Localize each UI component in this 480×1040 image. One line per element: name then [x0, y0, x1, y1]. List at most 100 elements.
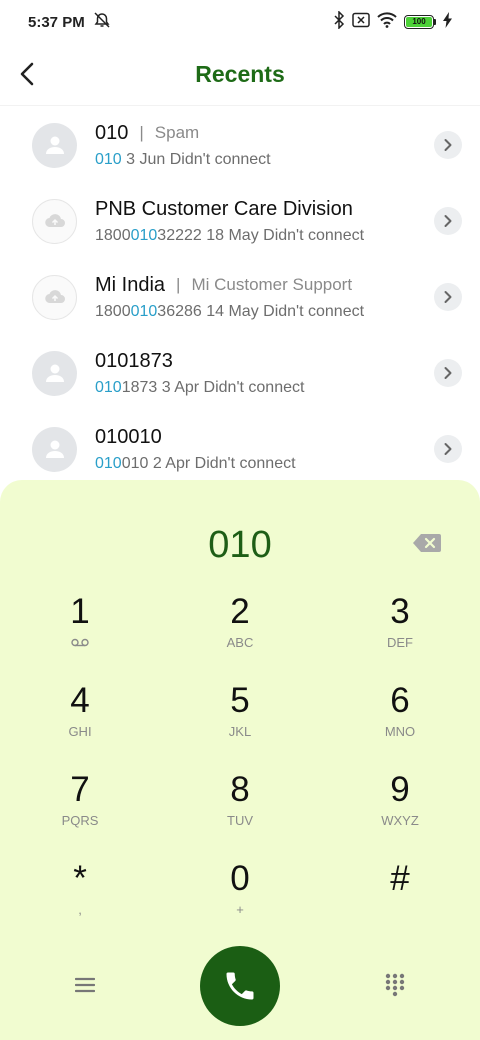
cloud-icon [44, 214, 65, 228]
key-hash[interactable]: # [320, 843, 480, 932]
key-digit: 0 [230, 859, 250, 898]
backspace-icon [413, 534, 441, 552]
dialpad: 010 1 2 ABC 3 DEF 4 GHI 5 JKL 6 MNO 7 PQRS 8 TUV 9 WXYZ *… [0, 480, 480, 1040]
bluetooth-icon [333, 10, 345, 33]
menu-icon [75, 977, 95, 993]
avatar [32, 122, 77, 168]
label-separator: | [176, 275, 181, 294]
wifi-icon [377, 12, 397, 32]
keypad-row: 4 GHI 5 JKL 6 MNO [0, 665, 480, 754]
status-right: 100 [333, 10, 452, 33]
key-2[interactable]: 2 ABC [160, 576, 320, 665]
key-digit: 7 [70, 770, 90, 809]
keypad-row: 7 PQRS 8 TUV 9 WXYZ [0, 754, 480, 843]
page-title: Recents [195, 61, 285, 87]
key-9[interactable]: 9 WXYZ [320, 754, 480, 843]
call-details: 0101873 3 Apr Didn't connect [95, 378, 305, 396]
key-letters: PQRS [61, 812, 99, 828]
contact-label: Mi Customer Support [191, 275, 353, 294]
phone-icon [226, 972, 254, 1000]
call-log-row[interactable]: 0101873 0101873 3 Apr Didn't connect [0, 335, 480, 411]
contact-name: 010 [95, 121, 129, 144]
header: Recents [0, 44, 480, 106]
call-info: Mi India | Mi Customer Support 180001036… [95, 274, 434, 321]
chevron-right-icon [444, 367, 452, 379]
keypad-row: *, 0 + # [0, 843, 480, 932]
voicemail-icon [71, 638, 89, 646]
key-7[interactable]: 7 PQRS [0, 754, 160, 843]
chevron-right-icon [444, 291, 452, 303]
chevron-right-icon [444, 215, 452, 227]
contact-name: PNB Customer Care Division [95, 197, 353, 220]
key-letters: ABC [226, 634, 254, 650]
key-3[interactable]: 3 DEF [320, 576, 480, 665]
person-icon [45, 440, 64, 458]
call-log-row[interactable]: 010 | Spam 010 3 Jun Didn't connect [0, 107, 480, 183]
status-bar: 5:37 PM 100 [0, 0, 480, 44]
key-digit: * [73, 859, 87, 898]
key-6[interactable]: 6 MNO [320, 665, 480, 754]
key-digit: 4 [70, 681, 90, 720]
contact-label: Spam [154, 123, 200, 142]
key-8[interactable]: 8 TUV [160, 754, 320, 843]
chevron-right-icon [444, 139, 452, 151]
call-info: PNB Customer Care Division 180001032222 … [95, 198, 434, 245]
call-details-button[interactable] [434, 207, 462, 235]
call-details: 180001032222 18 May Didn't connect [95, 226, 365, 244]
keypad-row: 1 2 ABC 3 DEF [0, 576, 480, 665]
cloud-icon [44, 290, 65, 304]
person-icon [45, 364, 64, 382]
key-digit: 1 [70, 592, 90, 631]
key-letters: + [236, 901, 244, 917]
key-letters: MNO [384, 723, 416, 739]
battery-icon: 100 [404, 15, 436, 29]
contact-name: Mi India [95, 273, 166, 296]
key-digit: 6 [390, 681, 410, 720]
key-letters: GHI [68, 723, 92, 739]
back-button[interactable] [12, 54, 42, 94]
key-digit: 3 [390, 592, 410, 631]
dialpad-bottom-bar [0, 946, 480, 1026]
keypad-toggle-button[interactable] [376, 966, 414, 1004]
key-star[interactable]: *, [0, 843, 160, 932]
key-5[interactable]: 5 JKL [160, 665, 320, 754]
recents-list: 010 | Spam 010 3 Jun Didn't connect PNB … [0, 107, 480, 487]
person-icon [45, 136, 64, 154]
call-details-button[interactable] [434, 435, 462, 463]
call-info: 0101873 0101873 3 Apr Didn't connect [95, 350, 434, 397]
menu-button[interactable] [66, 966, 104, 1004]
key-letters: , [78, 901, 82, 917]
dialed-number[interactable]: 010 [0, 524, 480, 567]
call-details-button[interactable] [434, 283, 462, 311]
key-0[interactable]: 0 + [160, 843, 320, 932]
key-letters: WXYZ [381, 812, 419, 828]
status-left: 5:37 PM [28, 11, 111, 33]
call-details-button[interactable] [434, 131, 462, 159]
status-time: 5:37 PM [28, 13, 85, 31]
call-button[interactable] [200, 946, 280, 1026]
key-letters: DEF [387, 634, 413, 650]
label-separator: | [139, 123, 144, 142]
key-digit: 8 [230, 770, 250, 809]
dialpad-icon [385, 973, 405, 997]
avatar [32, 350, 77, 396]
key-1[interactable]: 1 [0, 576, 160, 665]
backspace-button[interactable] [413, 533, 441, 553]
call-log-row[interactable]: 010010 010010 2 Apr Didn't connect [0, 411, 480, 487]
key-letters [71, 634, 89, 650]
call-details-button[interactable] [434, 359, 462, 387]
call-log-row[interactable]: PNB Customer Care Division 180001032222 … [0, 183, 480, 259]
call-details: 010 3 Jun Didn't connect [95, 150, 271, 168]
key-letters: JKL [228, 723, 252, 739]
call-info: 010 | Spam 010 3 Jun Didn't connect [95, 122, 434, 169]
contact-name: 0101873 [95, 349, 173, 372]
contact-name: 010010 [95, 425, 162, 448]
call-info: 010010 010010 2 Apr Didn't connect [95, 426, 434, 473]
avatar [32, 426, 77, 472]
call-log-row[interactable]: Mi India | Mi Customer Support 180001036… [0, 259, 480, 335]
no-sim-icon [352, 12, 370, 32]
key-digit: # [390, 859, 410, 898]
key-letters: TUV [227, 812, 253, 828]
chevron-right-icon [444, 443, 452, 455]
key-4[interactable]: 4 GHI [0, 665, 160, 754]
